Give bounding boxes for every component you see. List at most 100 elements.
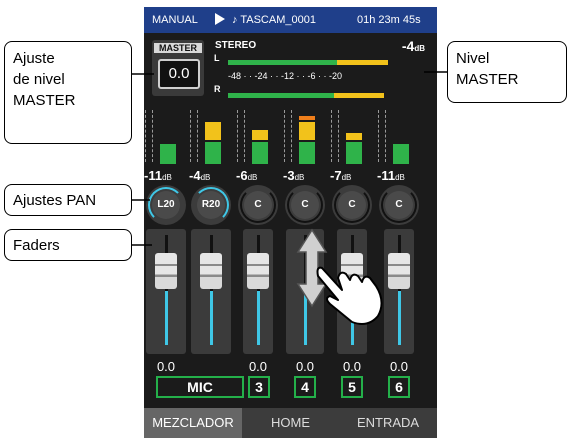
fader-value: 0.0 — [342, 359, 362, 374]
channel-level-number: -11 — [144, 168, 163, 183]
meter-scale-ticks — [145, 110, 153, 162]
channel-level-number: -11 — [377, 168, 396, 183]
channel-level-unit: dB — [294, 173, 305, 182]
master-meter-scale: -48 · · -24 · · -12 · · -6 · · -20 — [228, 71, 343, 81]
hand-pointer-icon — [316, 266, 383, 325]
meter-green-segment — [160, 144, 176, 164]
pan-value: C — [385, 191, 413, 219]
fader-value: 0.0 — [156, 359, 176, 374]
mixer-screen: MANUAL ♪ TASCAM_0001 01h 23m 45s MASTER … — [144, 7, 437, 438]
callout-master-adjust: Ajuste de nivel MASTER — [4, 41, 132, 144]
channel-level-number: -3 — [283, 168, 295, 183]
master-level-unit: dB — [414, 44, 425, 53]
callout-text: Faders — [13, 237, 60, 254]
channel-fader[interactable] — [384, 229, 414, 354]
channel-meter — [346, 108, 362, 164]
channel-name[interactable]: 6 — [388, 376, 410, 398]
channel-level: -7dB — [330, 168, 351, 183]
channel-meter — [252, 108, 268, 164]
fader-level-fill — [397, 291, 401, 345]
channel-meters — [144, 108, 437, 168]
channel-level-unit: dB — [395, 173, 405, 182]
pan-knob[interactable]: C — [238, 185, 278, 225]
callout-text: Ajustes PAN — [13, 192, 97, 209]
fader-value: 0.0 — [389, 359, 409, 374]
channel-level: -4dB — [189, 168, 210, 183]
stereo-label: STEREO — [215, 40, 257, 51]
channel-fader[interactable] — [191, 229, 231, 354]
fader-value: 0.0 — [295, 359, 315, 374]
channel-level-unit: dB — [200, 173, 211, 182]
meter-green-segment — [252, 142, 268, 164]
meter-green-segment — [205, 142, 221, 164]
channel-name[interactable]: MIC — [156, 376, 244, 398]
channel-meter — [205, 108, 221, 164]
fader-knob[interactable] — [247, 253, 269, 289]
meter-orange-segment — [299, 116, 315, 120]
channel-level-number: -6 — [236, 168, 248, 183]
pan-value: L20 — [152, 191, 180, 219]
callout-faders: Faders — [4, 229, 132, 261]
meter-scale-ticks — [237, 110, 245, 162]
fader-knob[interactable] — [200, 253, 222, 289]
master-value: 0.0 — [158, 59, 200, 89]
status-bar: MANUAL ♪ TASCAM_0001 01h 23m 45s — [144, 7, 437, 33]
channel-level-unit: dB — [247, 173, 258, 182]
file-name: ♪ TASCAM_0001 — [232, 14, 316, 26]
pan-knob[interactable]: C — [285, 185, 325, 225]
pan-knob[interactable]: C — [332, 185, 372, 225]
channel-level: -11dB — [377, 168, 405, 183]
channel-level: -6dB — [236, 168, 257, 183]
channel-name[interactable]: 4 — [294, 376, 316, 398]
channel-name[interactable]: 3 — [248, 376, 270, 398]
master-meter-left — [228, 60, 388, 65]
fader-level-fill — [209, 291, 213, 345]
fader-level-fill — [164, 291, 168, 345]
meter-green-segment — [299, 142, 315, 164]
channel-level: -11dB — [144, 168, 172, 183]
fader-knob[interactable] — [155, 253, 177, 289]
channel-level-unit: dB — [341, 173, 352, 182]
channel-fader[interactable] — [243, 229, 273, 354]
callout-master-level: Nivel MASTER — [447, 41, 567, 103]
master-level-readout: -4dB — [402, 38, 425, 54]
meter-green-segment — [346, 142, 362, 164]
meter-scale-ticks — [331, 110, 339, 162]
pan-knob[interactable]: R20 — [191, 185, 231, 225]
master-level-button[interactable]: MASTER 0.0 — [152, 40, 204, 96]
channel-level-number: -7 — [330, 168, 342, 183]
channel-fader[interactable] — [146, 229, 186, 354]
master-meter-right — [228, 93, 384, 98]
record-time: 01h 23m 45s — [357, 14, 421, 26]
callout-line: Ajuste — [13, 50, 55, 67]
master-label: MASTER — [154, 43, 202, 53]
callout-line: MASTER — [456, 71, 519, 88]
meter-yellow-segment — [346, 133, 362, 140]
master-section: MASTER 0.0 STEREO -4dB L R -48 · · -24 ·… — [144, 36, 437, 106]
channel-level-number: -4 — [189, 168, 201, 183]
bottom-tabs: MEZCLADOR HOME ENTRADA — [144, 408, 437, 438]
callout-line: Nivel — [456, 50, 490, 67]
meter-yellow-segment — [299, 122, 315, 140]
play-icon — [214, 12, 226, 29]
pan-value: C — [291, 191, 319, 219]
mode-label: MANUAL — [152, 14, 198, 26]
tab-mixer[interactable]: MEZCLADOR — [144, 408, 242, 438]
channel-name[interactable]: 5 — [341, 376, 363, 398]
pan-knob[interactable]: C — [379, 185, 419, 225]
fader-level-fill — [256, 291, 260, 345]
pan-value: R20 — [197, 191, 225, 219]
fader-knob[interactable] — [388, 253, 410, 289]
callout-pan: Ajustes PAN — [4, 184, 132, 216]
meter-green-segment — [393, 144, 409, 164]
tab-input[interactable]: ENTRADA — [339, 408, 437, 438]
tab-home[interactable]: HOME — [242, 408, 339, 438]
master-level-number: -4 — [401, 38, 415, 54]
callout-line: MASTER — [13, 92, 76, 109]
meter-scale-ticks — [190, 110, 198, 162]
channel-level-unit: dB — [162, 173, 172, 182]
channel-level: -3dB — [283, 168, 304, 183]
left-channel-label: L — [214, 53, 220, 63]
channel-levels: -11dB -4dB -6dB -3dB -7dB -11dB — [144, 168, 437, 184]
pan-knob[interactable]: L20 — [146, 185, 186, 225]
